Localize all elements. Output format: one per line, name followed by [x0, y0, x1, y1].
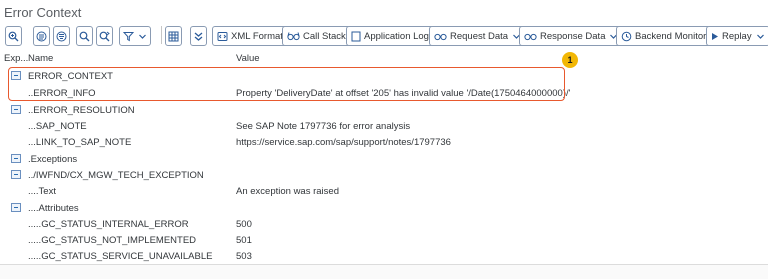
row-value: 503 [236, 251, 252, 262]
error-highlight-box [8, 67, 565, 101]
document-icon [351, 31, 361, 41]
glasses-icon [287, 32, 300, 41]
request-data-label: Request Data [450, 30, 509, 42]
table-row[interactable]: .....GC_STATUS_NOT_IMPLEMENTED 501 [0, 232, 768, 248]
toolbar: XML Format Call Stack Application Log Re… [0, 24, 768, 48]
xml-icon [217, 31, 228, 41]
table-row[interactable]: .....GC_STATUS_INTERNAL_ERROR 500 [0, 216, 768, 232]
table-row[interactable]: ../IWFND/CX_MGW_TECH_EXCEPTION [0, 167, 768, 183]
row-name: ../IWFND/CX_MGW_TECH_EXCEPTION [28, 170, 204, 181]
details-icon[interactable] [33, 26, 50, 46]
expand-all-icon[interactable] [190, 26, 207, 46]
xml-format-button[interactable]: XML Format [212, 26, 288, 46]
row-name: ...LINK_TO_SAP_NOTE [28, 137, 132, 148]
search-icon[interactable] [76, 26, 93, 46]
row-name: .....GC_STATUS_SERVICE_UNAVAILABLE [28, 251, 213, 262]
table-row[interactable]: ..ERROR_RESOLUTION [0, 102, 768, 118]
annotation-badge: 1 [562, 52, 578, 68]
row-name: ....Attributes [28, 203, 79, 214]
row-name: ...SAP_NOTE [28, 121, 87, 132]
zoom-in-icon[interactable] [5, 26, 22, 46]
monitor-icon [621, 31, 632, 41]
window-title: Error Context [4, 5, 82, 20]
call-stack-button[interactable]: Call Stack [282, 26, 351, 46]
row-name: ..ERROR_RESOLUTION [28, 105, 135, 116]
glasses-icon [434, 33, 447, 41]
play-icon [712, 32, 718, 40]
filter-dropdown[interactable] [119, 26, 151, 46]
dropdown-icon [139, 34, 146, 39]
table-row[interactable]: ....Attributes [0, 200, 768, 216]
bottom-scroll-area[interactable] [0, 264, 768, 279]
application-log-label: Application Log [364, 30, 429, 42]
grid-header: Exp... Name Value [0, 51, 768, 65]
column-header-value[interactable]: Value [236, 53, 260, 64]
column-header-expander[interactable]: Exp... [4, 53, 28, 64]
collapse-node-icon[interactable] [11, 170, 21, 179]
chevron-down-icon [756, 34, 764, 39]
row-value: 500 [236, 219, 252, 230]
row-name: .....GC_STATUS_INTERNAL_ERROR [28, 219, 189, 230]
table-row[interactable]: .Exceptions [0, 151, 768, 167]
collapse-icon[interactable] [53, 26, 70, 46]
replay-button[interactable]: Replay [706, 26, 768, 46]
row-name: .....GC_STATUS_NOT_IMPLEMENTED [28, 235, 197, 246]
call-stack-label: Call Stack [303, 30, 346, 42]
request-data-button[interactable]: Request Data [429, 26, 527, 46]
xml-format-label: XML Format [231, 30, 283, 42]
toolbar-separator [161, 26, 162, 44]
table-row[interactable]: ....Text An exception was raised [0, 183, 768, 199]
row-value: An exception was raised [236, 186, 339, 197]
table-row[interactable]: ...LINK_TO_SAP_NOTE https://service.sap.… [0, 134, 768, 150]
search-next-icon[interactable] [96, 26, 113, 46]
table-row[interactable]: .....GC_STATUS_SERVICE_UNAVAILABLE 503 [0, 248, 768, 264]
column-header-name[interactable]: Name [28, 53, 53, 64]
table-row[interactable]: ...SAP_NOTE See SAP Note 1797736 for err… [0, 118, 768, 134]
filter-icon [123, 31, 134, 41]
response-data-label: Response Data [540, 30, 606, 42]
row-value: See SAP Note 1797736 for error analysis [236, 121, 411, 132]
row-name: .Exceptions [28, 154, 78, 165]
response-data-button[interactable]: Response Data [519, 26, 624, 46]
backend-monitor-label: Backend Monitor [635, 30, 707, 42]
glasses-icon [524, 33, 537, 41]
table-icon[interactable] [165, 26, 182, 46]
backend-monitor-button[interactable]: Backend Monitor [616, 26, 712, 46]
row-value: 501 [236, 235, 252, 246]
row-value: https://service.sap.com/sap/support/note… [236, 137, 451, 148]
collapse-node-icon[interactable] [11, 105, 21, 114]
application-log-button[interactable]: Application Log [346, 26, 434, 46]
collapse-node-icon[interactable] [11, 154, 21, 163]
collapse-node-icon[interactable] [11, 203, 21, 212]
row-name: ....Text [28, 186, 56, 197]
replay-label: Replay [722, 30, 752, 42]
